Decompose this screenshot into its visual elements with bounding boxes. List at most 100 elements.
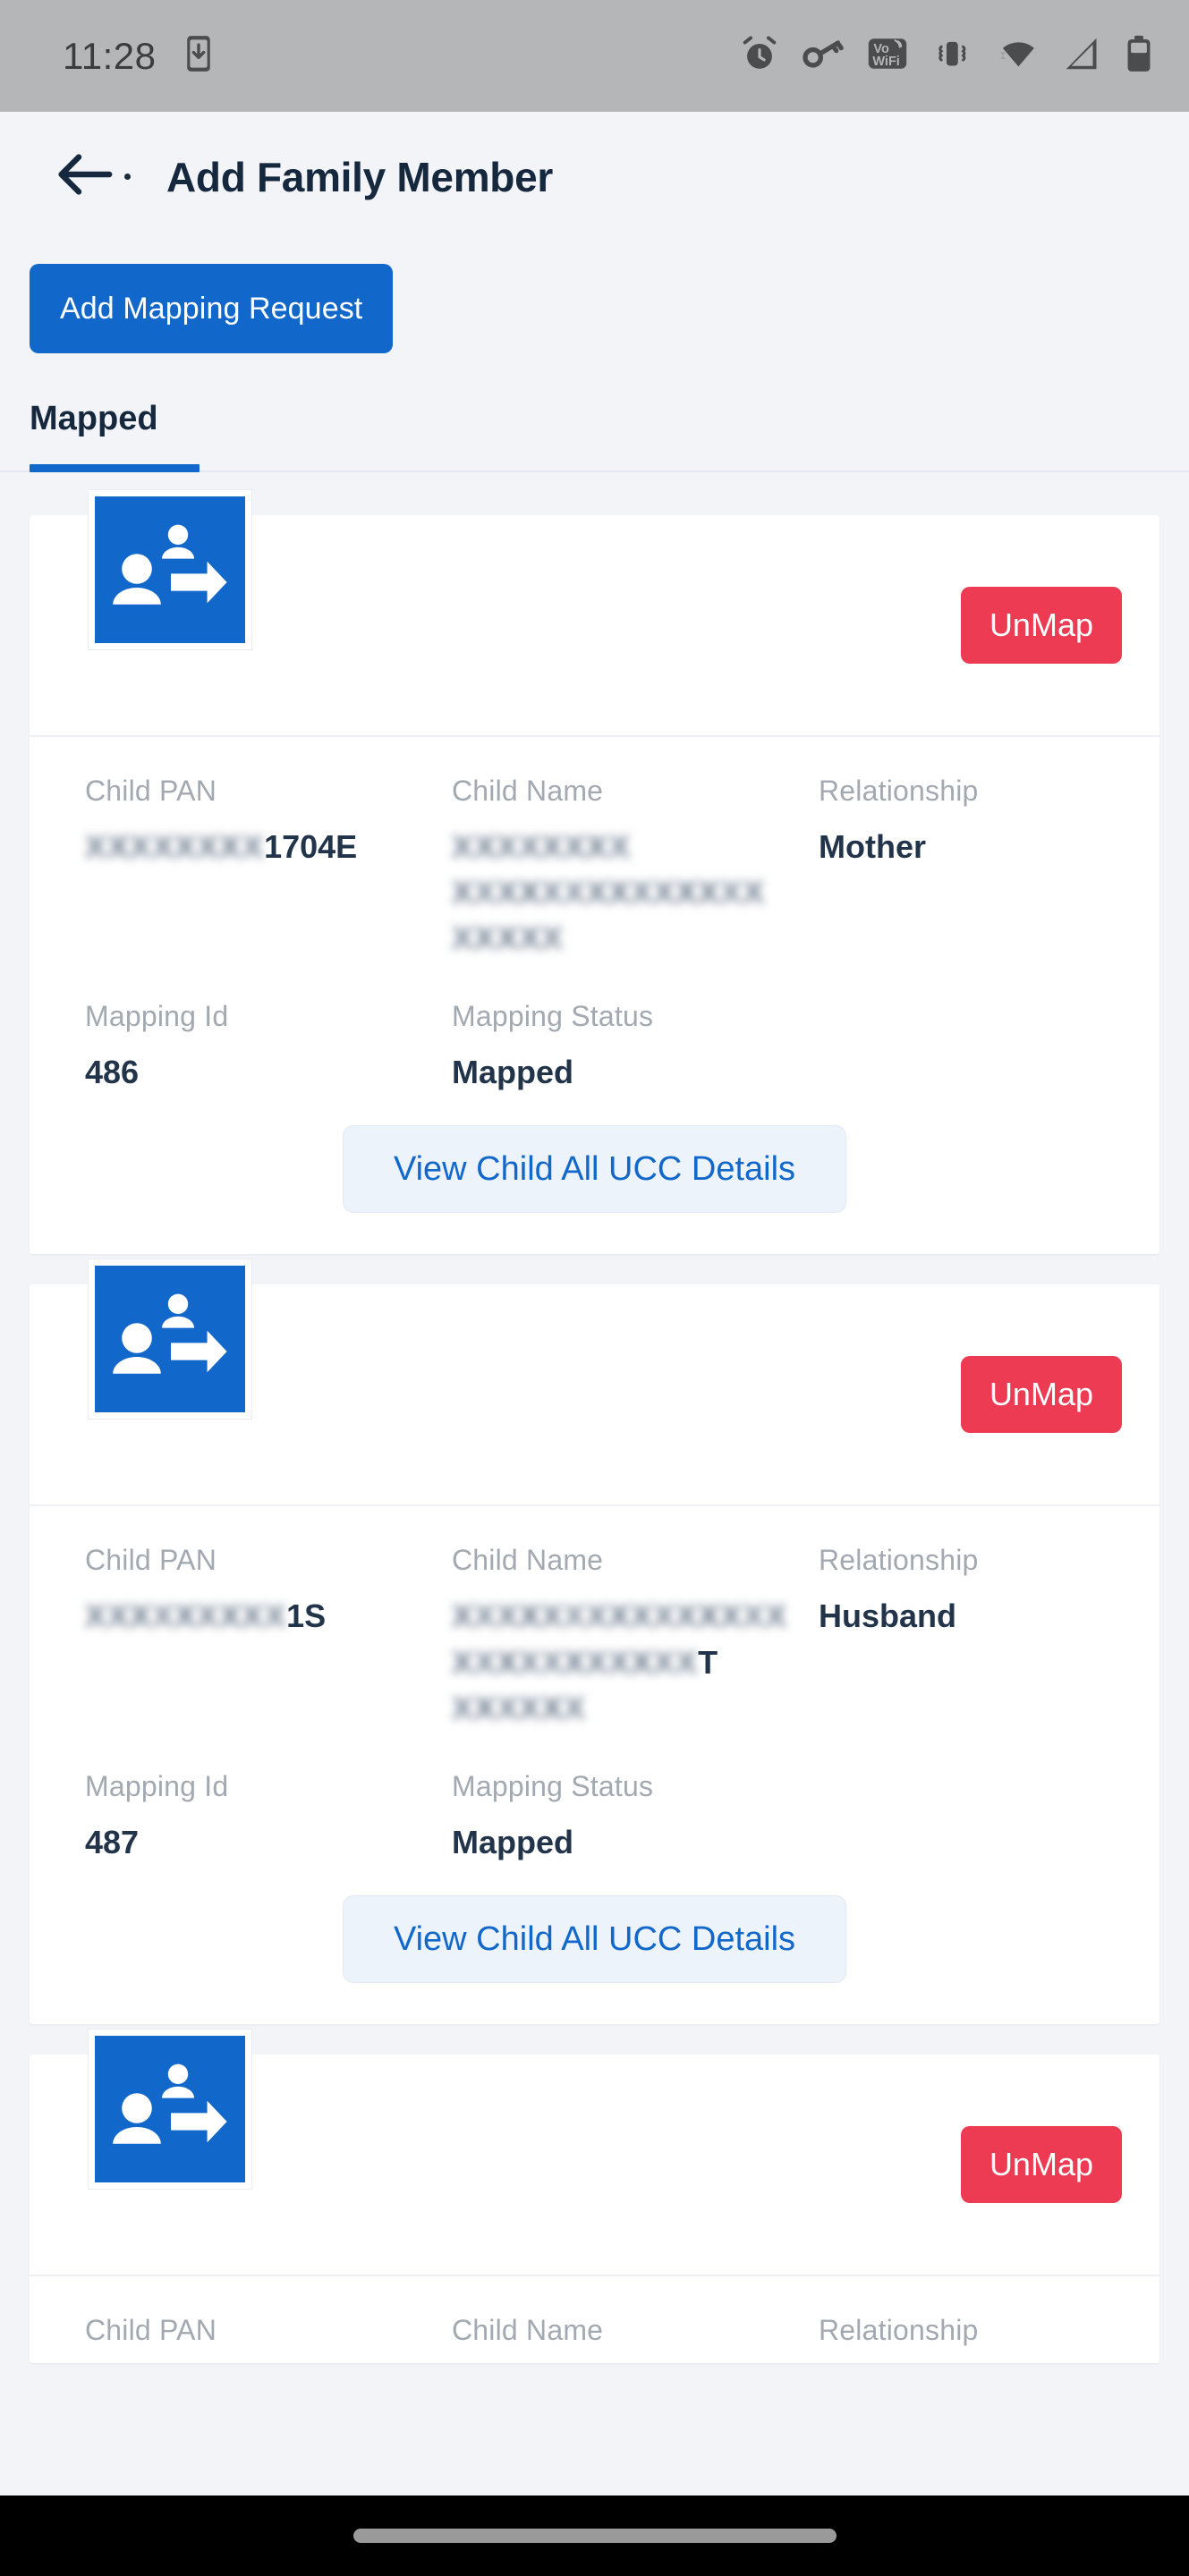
child-pan-label: Child PAN	[85, 2313, 217, 2346]
mapping-id-field: Mapping Id 487	[85, 1770, 452, 1865]
unmap-button[interactable]: UnMap	[960, 2125, 1122, 2203]
tab-mapped[interactable]: Mapped	[30, 400, 200, 472]
page-title: Add Family Member	[166, 153, 553, 200]
mapping-status-value: Mapped	[452, 1823, 574, 1860]
child-name-value: XXXXXXXX XXXXXXXXXXXXXX XXXXX	[452, 824, 819, 961]
child-pan-label: Child PAN	[85, 775, 217, 807]
wifi-icon	[996, 34, 1039, 78]
card-body: Child PAN Child Name Relationship	[30, 2276, 1159, 2363]
child-pan-value: XXXXXXXX1704E	[85, 824, 452, 869]
child-name-redacted: XXXXXXXXXXXXXX	[452, 869, 765, 915]
card-body: Child PAN XXXXXXXXX1S Child Name XXXXXXX…	[30, 1506, 1159, 2023]
mapping-id-field: Mapping Id 486	[85, 1000, 452, 1095]
child-name-label: Child Name	[452, 2313, 604, 2346]
status-time: 11:28	[63, 34, 157, 77]
child-pan-redacted: XXXXXXXXX	[85, 1593, 286, 1639]
family-member-card: UnMap Child PAN XXXXXXXX1704E Child Name…	[30, 490, 1159, 1255]
home-gesture-pill[interactable]	[352, 2529, 837, 2543]
vibrate-icon	[931, 34, 972, 78]
child-pan-visible: 1S	[286, 1597, 327, 1635]
status-bar-right: Vo WiFi	[740, 34, 1153, 78]
mapping-status-label: Mapping Status	[452, 1000, 654, 1033]
share-people-icon	[89, 1259, 251, 1419]
child-pan-label: Child PAN	[85, 1544, 217, 1577]
card-field-row-1: Child PAN XXXXXXXX1704E Child Name XXXXX…	[85, 775, 1104, 961]
child-name-line: XXXXXX	[452, 1685, 819, 1731]
child-name-redacted: XXXXXXXXXXXXXXX	[452, 1593, 787, 1639]
child-pan-visible: 1704E	[264, 828, 358, 865]
mapping-status-label: Mapping Status	[452, 1769, 654, 1802]
relationship-field: Relationship Mother	[819, 775, 1104, 961]
card-header: UnMap	[30, 2029, 1159, 2276]
child-name-line: XXXXXXXXXXXXXXX	[452, 1593, 819, 1639]
unmap-button[interactable]: UnMap	[960, 1356, 1122, 1434]
tab-mapped-label: Mapped	[30, 400, 158, 437]
share-people-icon	[89, 490, 251, 649]
mapped-card-list[interactable]: UnMap Child PAN XXXXXXXX1704E Child Name…	[0, 472, 1189, 2576]
child-name-field: Child Name XXXXXXXX XXXXXXXXXXXXXX XXXXX	[452, 775, 819, 961]
unmap-button[interactable]: UnMap	[960, 587, 1122, 664]
child-pan-field: Child PAN XXXXXXXX1704E	[85, 775, 452, 961]
child-pan-value: XXXXXXXXX1S	[85, 1593, 452, 1639]
relationship-label: Relationship	[819, 1544, 979, 1577]
mapping-status-value: Mapped	[452, 1054, 574, 1091]
child-name-line: XXXXXXXXXXXT	[452, 1640, 819, 1685]
vpn-key-icon	[803, 34, 844, 78]
cellular-signal-icon	[1062, 34, 1101, 78]
child-name-field: Child Name XXXXXXXXXXXXXXX XXXXXXXXXXXT …	[452, 1544, 819, 1730]
card-header: UnMap	[30, 490, 1159, 737]
mapping-id-label: Mapping Id	[85, 1000, 229, 1033]
child-pan-field: Child PAN XXXXXXXXX1S	[85, 1544, 452, 1730]
mapping-id-value: 487	[85, 1823, 140, 1860]
add-mapping-request-button[interactable]: Add Mapping Request	[30, 264, 394, 353]
svg-text:WiFi: WiFi	[872, 55, 899, 69]
family-member-card: UnMap Child PAN XXXXXXXXX1S Child Name X…	[30, 1259, 1159, 2024]
card-field-row-1: Child PAN Child Name Relationship	[85, 2314, 1104, 2363]
card-body: Child PAN XXXXXXXX1704E Child Name XXXXX…	[30, 737, 1159, 1254]
child-name-line: XXXXX	[452, 915, 819, 961]
child-name-field: Child Name	[452, 2314, 819, 2363]
back-dot	[124, 174, 131, 180]
share-people-icon	[89, 2029, 251, 2189]
mapping-id-value: 486	[85, 1054, 140, 1091]
action-row: Add Mapping Request	[0, 242, 1189, 353]
child-name-redacted: XXXXXX	[452, 1685, 586, 1731]
relationship-field: Relationship Husband	[819, 1544, 1104, 1730]
app-root: 11:28 Vo WiFi Add Family Member Add Mapp…	[0, 0, 1189, 2576]
card-field-row-2: Mapping Id 487 Mapping Status Mapped	[85, 1770, 1104, 1865]
card-field-row-2: Mapping Id 486 Mapping Status Mapped	[85, 1000, 1104, 1095]
mapping-status-field: Mapping Status Mapped	[452, 1000, 1104, 1095]
app-header: Add Family Member	[0, 112, 1189, 242]
battery-icon	[1125, 34, 1153, 78]
card-field-row-1: Child PAN XXXXXXXXX1S Child Name XXXXXXX…	[85, 1544, 1104, 1730]
vowifi-icon: Vo WiFi	[867, 34, 908, 78]
alarm-clock-icon	[740, 34, 779, 78]
status-bar-left: 11:28	[63, 34, 214, 78]
tab-list: Mapped	[0, 400, 1189, 472]
field-row-spacer	[85, 961, 1104, 1000]
ucc-button-row: View Child All UCC Details	[85, 1865, 1104, 2024]
system-navigation-bar	[0, 2496, 1189, 2576]
child-name-redacted: XXXXX	[452, 915, 564, 961]
child-name-label: Child Name	[452, 1544, 604, 1577]
mapping-status-field: Mapping Status Mapped	[452, 1770, 1104, 1865]
relationship-value: Husband	[819, 1597, 957, 1635]
field-row-spacer	[85, 1731, 1104, 1770]
child-name-line: XXXXXXXXXXXXXX	[452, 869, 819, 915]
relationship-label: Relationship	[819, 775, 979, 807]
phone-download-icon	[183, 34, 214, 78]
relationship-label: Relationship	[819, 2313, 979, 2346]
view-child-all-ucc-details-button[interactable]: View Child All UCC Details	[342, 1894, 847, 1983]
relationship-value: Mother	[819, 828, 926, 865]
back-button[interactable]	[55, 149, 131, 204]
child-name-visible: T	[698, 1643, 718, 1681]
arrow-left-icon	[55, 149, 115, 204]
child-name-value: XXXXXXXXXXXXXXX XXXXXXXXXXXT XXXXXX	[452, 1593, 819, 1730]
child-name-redacted: XXXXXXXX	[452, 824, 631, 869]
ucc-button-row: View Child All UCC Details	[85, 1095, 1104, 1254]
view-child-all-ucc-details-button[interactable]: View Child All UCC Details	[342, 1125, 847, 1214]
child-name-redacted: XXXXXXXXXXX	[452, 1640, 698, 1685]
relationship-field: Relationship	[819, 2314, 1104, 2363]
family-member-card: UnMap Child PAN Child Name Relationship	[30, 2029, 1159, 2363]
child-pan-redacted: XXXXXXXX	[85, 824, 264, 869]
